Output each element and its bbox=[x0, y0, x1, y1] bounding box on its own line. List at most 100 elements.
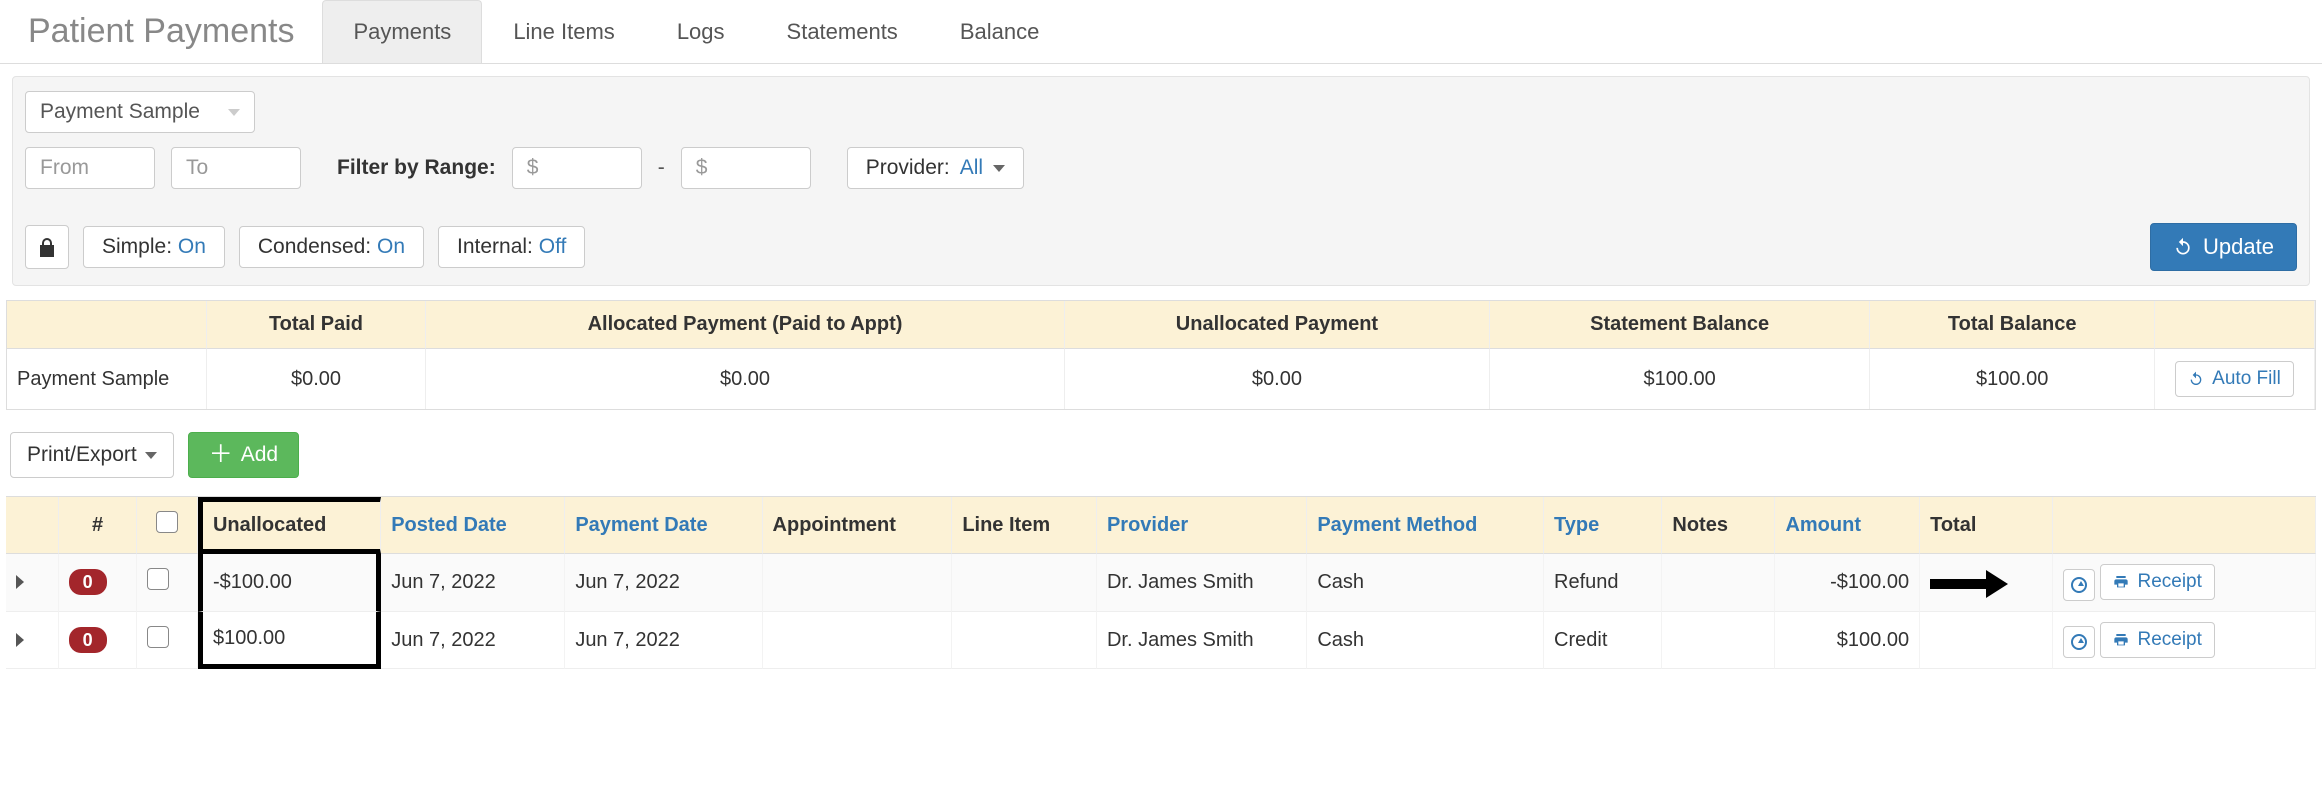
col-payment-method[interactable]: Payment Method bbox=[1307, 497, 1544, 554]
col-provider[interactable]: Provider bbox=[1097, 497, 1307, 554]
tab-statements[interactable]: Statements bbox=[756, 0, 929, 63]
print-export-label: Print/Export bbox=[27, 443, 137, 467]
col-payment-date[interactable]: Payment Date bbox=[565, 497, 762, 554]
auto-fill-button[interactable]: Auto Fill bbox=[2175, 361, 2294, 397]
condensed-label: Condensed: bbox=[258, 235, 371, 258]
provider-dropdown[interactable]: Provider: All bbox=[847, 147, 1024, 189]
range-min-input[interactable] bbox=[512, 147, 642, 189]
col-type[interactable]: Type bbox=[1544, 497, 1662, 554]
dropdown-label: Payment Sample bbox=[40, 100, 200, 124]
summary-header-unallocated: Unallocated Payment bbox=[1065, 301, 1490, 349]
range-max-input[interactable] bbox=[681, 147, 811, 189]
simple-label: Simple: bbox=[102, 235, 172, 258]
receipt-button[interactable]: Receipt bbox=[2100, 622, 2214, 658]
cell-type: Refund bbox=[1544, 554, 1662, 612]
summary-unallocated: $0.00 bbox=[1065, 349, 1490, 409]
col-appointment: Appointment bbox=[763, 497, 953, 554]
summary-header-total-balance: Total Balance bbox=[1870, 301, 2155, 349]
cell-amount: $100.00 bbox=[1775, 612, 1920, 670]
simple-toggle[interactable]: Simple: On bbox=[83, 226, 225, 268]
receipt-label: Receipt bbox=[2137, 629, 2201, 651]
summary-allocated: $0.00 bbox=[426, 349, 1065, 409]
provider-label: Provider: bbox=[866, 156, 950, 180]
filter-by-range-label: Filter by Range: bbox=[337, 156, 496, 180]
col-check bbox=[137, 497, 197, 554]
to-date-input[interactable] bbox=[171, 147, 301, 189]
summary-header-statement-balance: Statement Balance bbox=[1490, 301, 1870, 349]
cell-payment-date: Jun 7, 2022 bbox=[565, 612, 762, 670]
cell-payment-method: Cash bbox=[1307, 612, 1544, 670]
tab-logs[interactable]: Logs bbox=[646, 0, 756, 63]
summary-total-paid: $0.00 bbox=[207, 349, 426, 409]
row-checkbox[interactable] bbox=[147, 568, 169, 590]
col-total: Total bbox=[1920, 497, 2053, 554]
cell-appointment bbox=[763, 554, 953, 612]
chevron-down-icon bbox=[993, 165, 1005, 172]
table-row: 0 -$100.00 Jun 7, 2022 Jun 7, 2022 Dr. J… bbox=[6, 554, 2316, 612]
internal-toggle[interactable]: Internal: Off bbox=[438, 226, 585, 268]
refresh-icon bbox=[2188, 371, 2204, 387]
simple-value: On bbox=[178, 235, 206, 258]
payment-sample-dropdown[interactable]: Payment Sample bbox=[25, 91, 255, 133]
tab-line-items[interactable]: Line Items bbox=[482, 0, 646, 63]
actions-row: Print/Export ＋ Add bbox=[10, 432, 2312, 478]
summary-header-allocated: Allocated Payment (Paid to Appt) bbox=[426, 301, 1065, 349]
summary-total-balance: $100.00 bbox=[1870, 349, 2155, 409]
update-button[interactable]: Update bbox=[2150, 223, 2297, 271]
expand-row-icon[interactable] bbox=[16, 633, 24, 647]
print-icon bbox=[2113, 574, 2129, 590]
print-export-button[interactable]: Print/Export bbox=[10, 432, 174, 478]
col-line-item: Line Item bbox=[952, 497, 1097, 554]
payments-table: # Unallocated Posted Date Payment Date A… bbox=[6, 496, 2316, 669]
col-amount[interactable]: Amount bbox=[1775, 497, 1920, 554]
cell-provider: Dr. James Smith bbox=[1097, 554, 1307, 612]
col-unallocated: Unallocated bbox=[198, 497, 381, 554]
add-button[interactable]: ＋ Add bbox=[188, 432, 299, 478]
row-action-button[interactable] bbox=[2063, 626, 2095, 658]
cell-notes bbox=[1662, 612, 1775, 670]
summary-row: Payment Sample $0.00 $0.00 $0.00 $100.00… bbox=[7, 349, 2315, 409]
lock-icon bbox=[38, 237, 56, 257]
header-bar: Patient Payments Payments Line Items Log… bbox=[0, 0, 2322, 64]
receipt-button[interactable]: Receipt bbox=[2100, 564, 2214, 600]
cell-notes bbox=[1662, 554, 1775, 612]
tab-balance[interactable]: Balance bbox=[929, 0, 1071, 63]
select-all-checkbox[interactable] bbox=[156, 511, 178, 533]
summary-statement-balance: $100.00 bbox=[1490, 349, 1870, 409]
col-hash: # bbox=[59, 497, 138, 554]
cell-unallocated: $100.00 bbox=[198, 612, 381, 670]
summary-header-blank bbox=[7, 301, 207, 349]
from-date-input[interactable] bbox=[25, 147, 155, 189]
add-label: Add bbox=[241, 443, 278, 467]
cell-line-item bbox=[952, 612, 1097, 670]
condensed-value: On bbox=[377, 235, 405, 258]
receipt-label: Receipt bbox=[2137, 571, 2201, 593]
auto-fill-label: Auto Fill bbox=[2212, 368, 2281, 390]
row-badge: 0 bbox=[69, 569, 107, 595]
col-posted-date[interactable]: Posted Date bbox=[381, 497, 565, 554]
row-checkbox[interactable] bbox=[147, 626, 169, 648]
cell-appointment bbox=[763, 612, 953, 670]
table-row: 0 $100.00 Jun 7, 2022 Jun 7, 2022 Dr. Ja… bbox=[6, 612, 2316, 670]
annotation-arrow-icon bbox=[1930, 575, 2010, 591]
summary-header-total-paid: Total Paid bbox=[207, 301, 426, 349]
page-title: Patient Payments bbox=[0, 4, 322, 59]
cell-payment-method: Cash bbox=[1307, 554, 1544, 612]
lock-button[interactable] bbox=[25, 225, 69, 269]
row-badge: 0 bbox=[69, 627, 107, 653]
circled-arrow-icon bbox=[2071, 577, 2087, 593]
plus-icon: ＋ bbox=[209, 443, 233, 467]
col-actions bbox=[2053, 497, 2316, 554]
tab-payments[interactable]: Payments bbox=[322, 0, 482, 63]
condensed-toggle[interactable]: Condensed: On bbox=[239, 226, 424, 268]
summary-header-actions bbox=[2155, 301, 2315, 349]
circled-arrow-icon bbox=[2071, 634, 2087, 650]
row-action-button[interactable] bbox=[2063, 569, 2095, 601]
cell-posted-date: Jun 7, 2022 bbox=[381, 554, 565, 612]
expand-row-icon[interactable] bbox=[16, 575, 24, 589]
internal-label: Internal: bbox=[457, 235, 533, 258]
cell-total bbox=[1920, 554, 2053, 612]
cell-unallocated: -$100.00 bbox=[198, 554, 381, 612]
cell-line-item bbox=[952, 554, 1097, 612]
cell-provider: Dr. James Smith bbox=[1097, 612, 1307, 670]
